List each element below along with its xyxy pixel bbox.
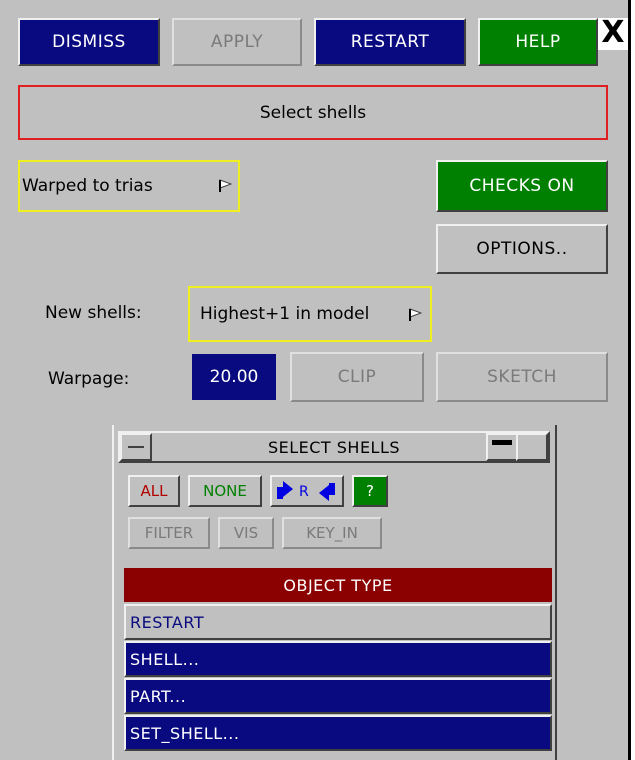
warpage-label: Warpage: [48, 369, 130, 389]
main-panel: DISMISS APPLY RESTART HELP Select shells… [0, 0, 628, 760]
list-item-label: RESTART [130, 612, 205, 632]
clip-button[interactable]: CLIP [290, 352, 424, 402]
maximize-button[interactable] [516, 433, 548, 461]
new-shells-dropdown[interactable]: Highest+1 in model [188, 286, 432, 342]
selection-help-button[interactable]: ? [352, 475, 388, 507]
select-shells-window: SELECT SHELLS ALL NONE R ? FILTER VIS KE… [112, 425, 557, 760]
new-shells-label: New shells: [45, 303, 142, 323]
object-type-item-set-shell[interactable]: SET_SHELL... [124, 715, 552, 751]
check-mode-dropdown[interactable]: Warped to trias [18, 160, 240, 212]
object-type-item-restart[interactable]: RESTART [124, 604, 552, 640]
panel-right-edge [628, 0, 631, 760]
dropdown-flag-icon [409, 308, 422, 321]
restart-button[interactable]: RESTART [314, 18, 466, 66]
dismiss-button[interactable]: DISMISS [18, 18, 160, 66]
new-shells-value: Highest+1 in model [200, 304, 370, 324]
object-type-label: OBJECT TYPE [283, 575, 393, 595]
apply-button[interactable]: APPLY [172, 18, 302, 66]
minus-icon [128, 446, 144, 448]
select-shells-title: SELECT SHELLS [267, 437, 401, 457]
object-type-item-part[interactable]: PART... [124, 678, 552, 714]
window-menu-button[interactable] [120, 433, 152, 461]
reverse-arrows-icon: R [277, 481, 335, 501]
list-item-label: PART... [130, 686, 187, 706]
help-button[interactable]: HELP [478, 18, 598, 66]
reverse-selection-button[interactable]: R [270, 475, 344, 507]
minimize-button[interactable] [486, 433, 518, 461]
list-item-label: SHELL... [130, 649, 200, 669]
options-button[interactable]: OPTIONS.. [436, 224, 608, 274]
checks-on-button[interactable]: CHECKS ON [436, 160, 608, 212]
sketch-button[interactable]: SKETCH [436, 352, 608, 402]
dropdown-flag-icon [219, 179, 232, 192]
select-all-button[interactable]: ALL [128, 475, 180, 507]
warpage-value: 20.00 [209, 367, 259, 387]
object-type-header: OBJECT TYPE [124, 568, 552, 602]
key-in-button[interactable]: KEY_IN [282, 517, 382, 549]
check-mode-value: Warped to trias [22, 176, 153, 196]
warpage-input[interactable]: 20.00 [190, 352, 278, 402]
select-shells-titlebar[interactable]: SELECT SHELLS [118, 431, 550, 463]
vis-button[interactable]: VIS [218, 517, 274, 549]
select-shells-prompt: Select shells [18, 85, 608, 140]
filter-button[interactable]: FILTER [128, 517, 210, 549]
select-shells-label: Select shells [259, 102, 367, 123]
object-type-item-shell[interactable]: SHELL... [124, 641, 552, 677]
select-none-button[interactable]: NONE [188, 475, 262, 507]
reverse-label: R [299, 484, 309, 500]
close-icon[interactable]: X [598, 18, 628, 50]
minimize-icon [492, 440, 512, 445]
list-item-label: SET_SHELL... [130, 723, 240, 743]
